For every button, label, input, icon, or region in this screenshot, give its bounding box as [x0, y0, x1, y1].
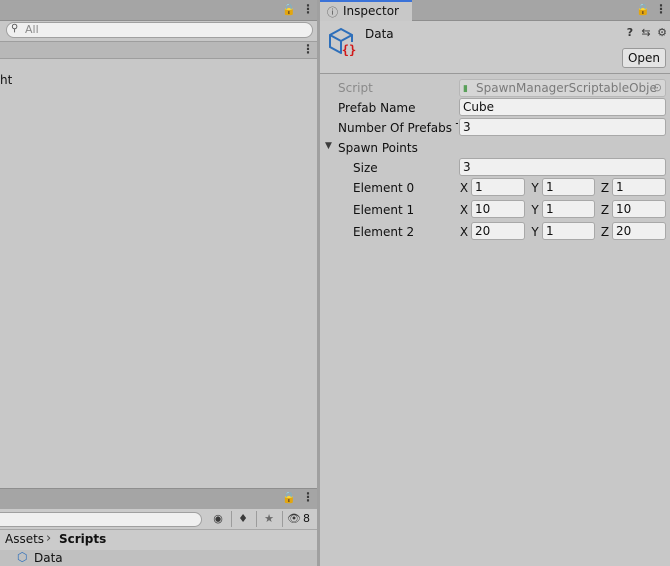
chevron-right-icon: ›	[46, 531, 52, 546]
axis-z-label: Z	[600, 203, 610, 217]
panel-splitter[interactable]	[317, 0, 320, 566]
axis-y-label: Y	[531, 225, 539, 239]
object-name: Data	[365, 27, 394, 41]
lock-icon[interactable]: 🔒	[636, 4, 650, 16]
favorites-star-icon[interactable]: ★	[263, 513, 275, 525]
script-file-icon: ▮	[463, 84, 468, 94]
lock-icon[interactable]: 🔒	[282, 492, 296, 504]
hierarchy-tab-bar	[0, 0, 317, 21]
open-button[interactable]: Open	[622, 48, 666, 68]
number-of-prefabs-label: Number Of Prefabs To Create	[338, 121, 458, 135]
inspector-header: {} Data ? ⇆ ⚙ Open	[320, 21, 670, 74]
element-z-field[interactable]: 10	[612, 200, 666, 218]
search-placeholder: All	[25, 23, 39, 36]
scene-header-row[interactable]: ⋮	[0, 41, 317, 59]
element-z-field[interactable]: 1	[612, 178, 666, 196]
search-by-label-icon[interactable]: ♦	[237, 513, 249, 525]
element-x-field[interactable]: 10	[471, 200, 525, 218]
lock-icon[interactable]: 🔒	[282, 4, 296, 16]
info-icon: ⓘ	[327, 6, 338, 19]
help-icon[interactable]: ?	[624, 27, 636, 39]
element-y-field[interactable]: 1	[542, 222, 595, 240]
object-picker-icon: ⊙	[652, 81, 662, 94]
hidden-packages-count: 8	[303, 512, 310, 525]
axis-z-label: Z	[600, 225, 610, 239]
axis-z-label: Z	[600, 181, 610, 195]
axis-y-label: Y	[531, 203, 539, 217]
scene-menu-icon[interactable]: ⋮	[302, 42, 314, 56]
hierarchy-item[interactable]: ht	[0, 71, 12, 89]
search-by-type-icon[interactable]: ◉	[212, 513, 224, 525]
svg-text:{}: {}	[342, 43, 356, 57]
project-tab-bar	[0, 488, 317, 510]
element-y-field[interactable]: 1	[542, 178, 595, 196]
hierarchy-menu-icon[interactable]: ⋮	[302, 2, 314, 16]
hidden-packages-eye-icon[interactable]: 👁	[287, 513, 301, 525]
element-x-field[interactable]: 20	[471, 222, 525, 240]
element-label: Element 2	[353, 225, 415, 239]
axis-x-label: X	[459, 203, 469, 217]
asset-list-item[interactable]: ⬡ Data	[0, 550, 317, 566]
project-search-field[interactable]	[0, 512, 202, 527]
asset-name: Data	[34, 551, 63, 565]
tab-inspector[interactable]: ⓘ Inspector	[320, 0, 412, 21]
scriptable-object-icon: ⬡	[17, 550, 28, 564]
presets-icon[interactable]: ⇆	[640, 27, 652, 39]
size-label: Size	[353, 161, 378, 175]
breadcrumb: Assets › Scripts	[0, 530, 317, 550]
number-of-prefabs-field[interactable]: 3	[459, 118, 666, 136]
element-z-field[interactable]: 20	[612, 222, 666, 240]
axis-y-label: Y	[531, 181, 539, 195]
breadcrumb-assets[interactable]: Assets	[5, 532, 44, 546]
size-field[interactable]: 3	[459, 158, 666, 176]
inspector-menu-icon[interactable]: ⋮	[655, 2, 667, 16]
foldout-arrow-icon[interactable]: ▼	[325, 141, 332, 151]
element-x-field[interactable]: 1	[471, 178, 525, 196]
scriptable-object-icon: {}	[329, 27, 356, 57]
spawn-points-label[interactable]: Spawn Points	[338, 139, 418, 157]
project-toolbar: ◉ ♦ ★ 👁 8	[0, 509, 317, 530]
script-field: ▮ SpawnManagerScriptableObje ⊙	[459, 79, 666, 97]
search-icon: ⚲	[11, 23, 19, 34]
open-button-label: Open	[627, 51, 661, 65]
element-label: Element 0	[353, 181, 415, 195]
script-label: Script	[338, 81, 373, 95]
axis-x-label: X	[459, 181, 469, 195]
element-y-field[interactable]: 1	[542, 200, 595, 218]
gear-icon[interactable]: ⚙	[656, 27, 668, 39]
hierarchy-search-field[interactable]: ⚲ All	[6, 22, 313, 38]
prefab-name-field[interactable]: Cube	[459, 98, 666, 116]
breadcrumb-scripts[interactable]: Scripts	[59, 532, 106, 546]
element-label: Element 1	[353, 203, 415, 217]
project-menu-icon[interactable]: ⋮	[302, 490, 314, 504]
prefab-name-label: Prefab Name	[338, 101, 416, 115]
script-field-value: SpawnManagerScriptableObje	[476, 81, 657, 95]
tab-inspector-label: Inspector	[343, 4, 399, 18]
axis-x-label: X	[459, 225, 469, 239]
